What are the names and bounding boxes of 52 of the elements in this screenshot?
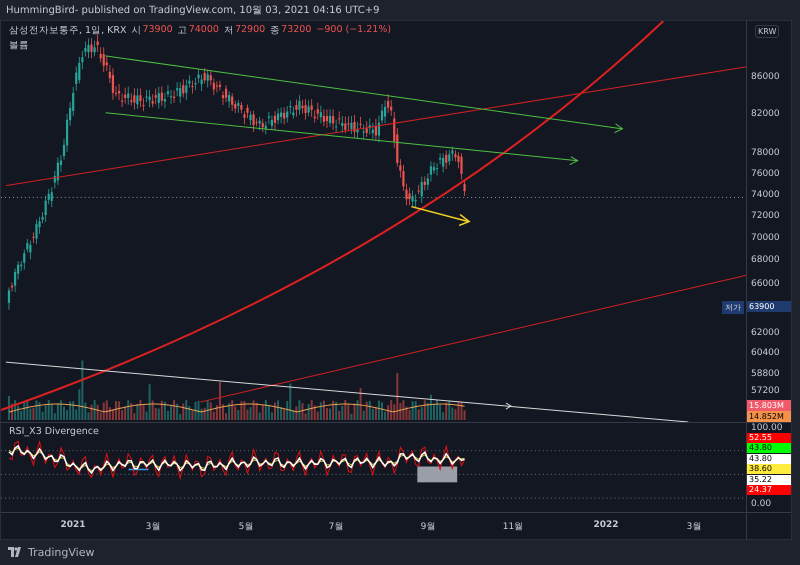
price-label: 60400 [751,348,780,358]
ohlc-value: 74000 [188,24,219,37]
rsi-value-badge: 43.80 [747,454,791,464]
time-label: 2022 [593,520,619,530]
ohlc-label: 시 [131,24,142,37]
rsi-axis-label: 0.00 [751,498,772,510]
ohlc-label: 종 [270,24,280,37]
volume-badge: 15.803M [747,400,791,411]
price-label: 70000 [751,232,780,243]
brand-logo-icon [8,547,24,558]
rsi-value-badge: 24.37 [747,485,791,496]
volume-label: 볼륨 [9,38,30,52]
indicator-title: RSI_X3 Divergence [9,426,99,437]
time-label: 3월 [146,520,160,533]
price-label: 76000 [751,168,780,179]
price-change: −900 (−1.21%) [316,24,392,37]
price-label: 78000 [751,148,780,158]
price-label: 68000 [751,254,780,265]
projection-arrow [411,205,471,226]
time-label: 2021 [60,520,86,530]
ohlc-value: 73900 [142,24,173,37]
rsi-value-badge: 35.22 [747,474,791,485]
ohlc-value: 73200 [281,24,312,37]
ohlc-label: 고 [178,24,188,37]
price-label: 66000 [751,278,780,289]
symbol-label: 삼성전자보통주, 1일, KRX [9,24,126,37]
time-label: 7월 [328,520,344,533]
price-label: 57200 [751,386,780,396]
price-label: 62000 [751,328,780,338]
rsi-value-badge: 52.55 [747,432,791,443]
publish-info: HummingBird- published on TradingView.com, 10월 03, 2021 04:16 UTC+9 [6,4,380,17]
support-line [128,468,148,470]
price-label: 82000 [751,108,780,119]
ohlc-label: 저 [224,24,234,37]
highlight-box [417,466,458,482]
time-label: 5월 [238,520,254,533]
ohlc-value: 72900 [234,24,266,37]
time-label: 3월 [686,520,702,533]
rsi-value-badge: 43.80 [747,443,791,454]
price-label: 86000 [751,72,780,82]
rsi-value-badge: 38.60 [747,464,791,474]
brand-name: TradingView [28,546,94,559]
time-label: 11월 [502,520,524,533]
currency-badge: KRW [755,24,780,38]
low-price-tag: 저가 [722,300,744,314]
volume-badge: 14.852M [747,410,791,422]
low-price-badge: 63900 [747,300,791,312]
price-label: 74000 [751,190,780,200]
price-label: 58800 [751,368,780,379]
time-label: 9월 [420,520,436,533]
price-label: 72000 [751,210,780,221]
rsi-axis-label: 100.00 [751,422,782,433]
